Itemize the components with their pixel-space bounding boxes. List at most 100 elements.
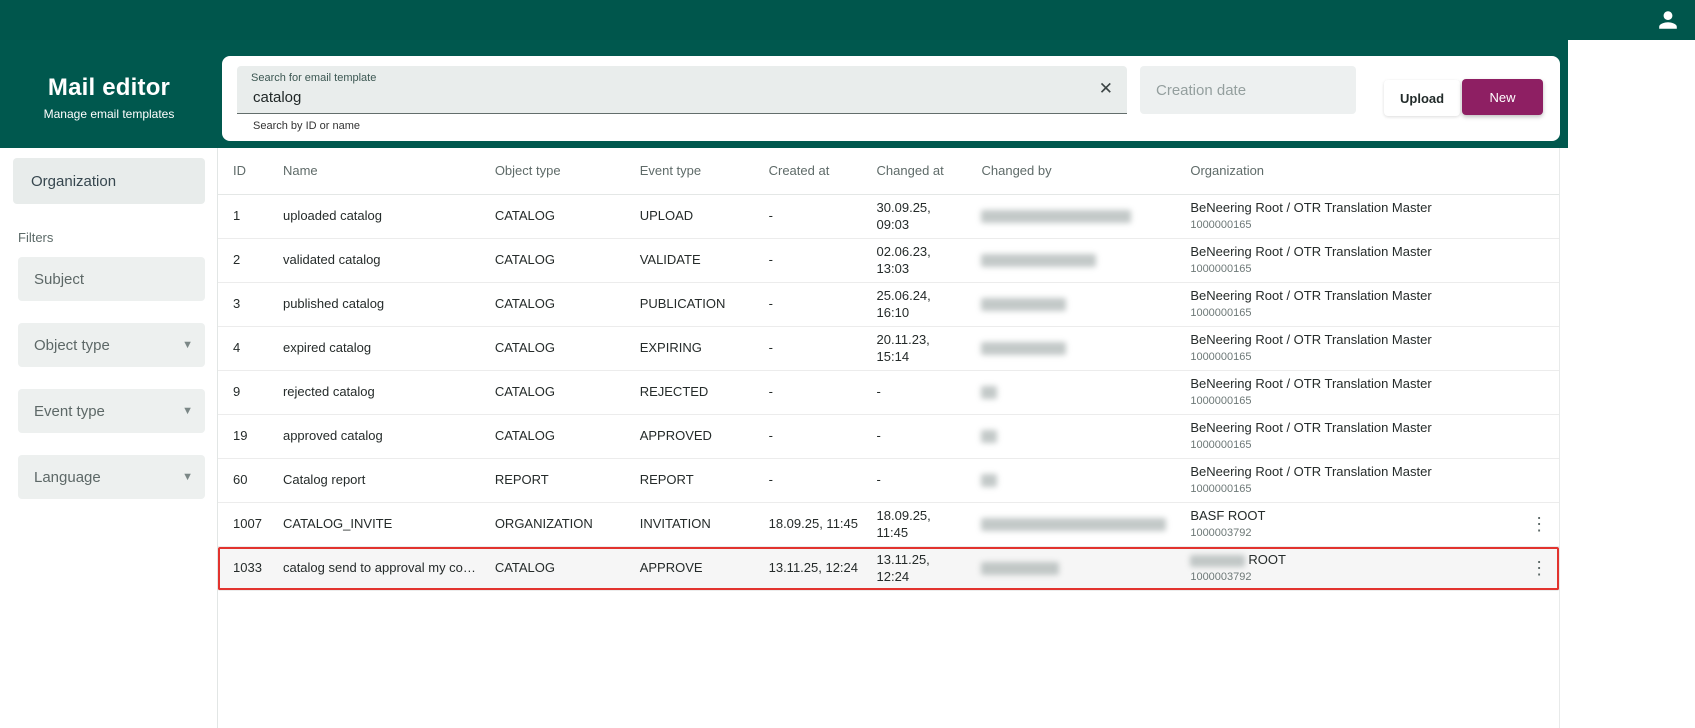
cell-event-type: VALIDATE (639, 252, 701, 268)
cell-object-type: CATALOG (494, 560, 556, 576)
cell-changed-by (981, 430, 1190, 443)
user-account-icon[interactable] (1657, 9, 1679, 31)
search-input[interactable] (251, 86, 1081, 108)
redacted-changed-by (981, 342, 1067, 355)
cell-changed-at: 18.09.25, 11:45 (876, 507, 931, 540)
organization-id: 1000000165 (1190, 351, 1252, 364)
chevron-down-icon: ▼ (182, 471, 193, 483)
cell-id: 1 (233, 208, 241, 224)
cell-id: 9 (233, 384, 241, 400)
cell-id: 1033 (233, 560, 262, 576)
cell-changed-at: - (876, 384, 881, 400)
cell-changed-at: - (876, 472, 881, 488)
cell-id: 3 (233, 296, 241, 312)
cell-organization: BeNeering Root / OTR Translation Master 1… (1190, 464, 1519, 496)
cell-event-type: REPORT (639, 472, 694, 488)
cell-object-type: CATALOG (494, 296, 556, 312)
column-header-object-type: Object type (494, 162, 561, 178)
filter-language-label: Language (34, 468, 101, 486)
organization-name: BeNeering Root / OTR Translation Master (1190, 420, 1432, 436)
search-helper-text: Search by ID or name (253, 120, 360, 132)
sidebar-item-label: Organization (31, 172, 117, 190)
cell-event-type: PUBLICATION (639, 296, 726, 312)
search-field-label: Search for email template (251, 72, 377, 84)
app-title: Mail editor (47, 74, 171, 101)
organization-name: BeNeering Root / OTR Translation Master (1190, 200, 1432, 216)
cell-name: validated catalog (282, 252, 381, 268)
cell-event-type: UPLOAD (639, 208, 694, 224)
toolbar: Search for email template ✕ Search by ID… (222, 56, 1560, 141)
cell-name: catalog send to approval my co… (282, 560, 476, 576)
cell-name: uploaded catalog (282, 208, 382, 224)
cell-object-type: CATALOG (494, 252, 556, 268)
table-row[interactable]: 3 published catalog CATALOG PUBLICATION - 25.… (218, 283, 1559, 327)
cell-changed-by (981, 562, 1190, 575)
cell-created-at: 13.11.25, 12:24 (768, 560, 859, 576)
filter-event-type[interactable]: Event type ▼ (18, 389, 205, 433)
sidebar-item-organization[interactable]: Organization (13, 158, 205, 204)
column-header-changed-at: Changed at (876, 162, 944, 178)
cell-event-type: INVITATION (639, 516, 711, 532)
table-row[interactable]: 1033 catalog send to approval my co… CATAL… (218, 547, 1559, 591)
cell-changed-at: 30.09.25, 09:03 (876, 199, 931, 232)
upload-button[interactable]: Upload (1384, 80, 1461, 116)
organization-id: 1000000165 (1190, 439, 1252, 452)
new-button[interactable]: New (1462, 79, 1543, 115)
redacted-changed-by (981, 474, 998, 487)
organization-id: 1000000165 (1190, 219, 1252, 232)
table-body: 1 uploaded catalog CATALOG UPLOAD - 30.09.25,… (218, 195, 1559, 591)
sidebar: Organization Filters Subject Object type… (0, 148, 218, 728)
table-row[interactable]: 19 approved catalog CATALOG APPROVED - - BeNee… (218, 415, 1559, 459)
cell-name: Catalog report (282, 472, 366, 488)
redacted-changed-by (981, 254, 1097, 267)
table-row[interactable]: 2 validated catalog CATALOG VALIDATE - 02.06.… (218, 239, 1559, 283)
cell-event-type: APPROVED (639, 428, 712, 444)
filter-subject-label: Subject (34, 270, 85, 288)
redacted-changed-by (981, 430, 998, 443)
row-menu-button[interactable]: ⋮ (1524, 558, 1554, 578)
cell-organization: BeNeering Root / OTR Translation Master 1… (1190, 420, 1519, 452)
organization-name: BeNeering Root / OTR Translation Master (1190, 332, 1432, 348)
cell-created-at: - (768, 384, 773, 400)
organization-name: BeNeering Root / OTR Translation Master (1190, 376, 1432, 392)
row-menu-button[interactable]: ⋮ (1524, 514, 1554, 534)
search-field[interactable]: Search for email template ✕ (237, 66, 1127, 114)
filter-object-type-label: Object type (34, 336, 110, 354)
cell-event-type: APPROVE (639, 560, 703, 576)
organization-id: 1000000165 (1190, 263, 1252, 276)
table-row[interactable]: 4 expired catalog CATALOG EXPIRING - 20.11.23… (218, 327, 1559, 371)
redacted-changed-by (981, 518, 1167, 531)
cell-changed-by (981, 298, 1190, 311)
organization-id: 1000000165 (1190, 307, 1252, 320)
creation-date-field[interactable] (1140, 66, 1356, 114)
cell-created-at: - (768, 428, 773, 444)
clear-search-icon[interactable]: ✕ (1099, 78, 1113, 100)
table-row[interactable]: 9 rejected catalog CATALOG REJECTED - - BeNeer… (218, 371, 1559, 415)
cell-id: 4 (233, 340, 241, 356)
organization-name: BASF ROOT (1190, 508, 1266, 524)
organization-name: BeNeering Root / OTR Translation Master (1190, 244, 1432, 260)
cell-id: 2 (233, 252, 241, 268)
cell-created-at: - (768, 252, 773, 268)
cell-created-at: - (768, 296, 773, 312)
redacted-changed-by (981, 562, 1060, 575)
chevron-down-icon: ▼ (182, 405, 193, 417)
table-row[interactable]: 1007 CATALOG_INVITE ORGANIZATION INVITATION… (218, 503, 1559, 547)
table-row[interactable]: 60 Catalog report REPORT REPORT - - BeNeering … (218, 459, 1559, 503)
table-row[interactable]: 1 uploaded catalog CATALOG UPLOAD - 30.09.25,… (218, 195, 1559, 239)
organization-name: BeNeering Root / OTR Translation Master (1190, 288, 1432, 304)
filter-object-type[interactable]: Object type ▼ (18, 323, 205, 367)
table-header-row: ID Name Object type Event type Created a… (218, 148, 1559, 195)
cell-event-type: EXPIRING (639, 340, 702, 356)
filter-language[interactable]: Language ▼ (18, 455, 205, 499)
cell-changed-by (981, 342, 1190, 355)
cell-object-type: CATALOG (494, 208, 556, 224)
cell-changed-by (981, 474, 1190, 487)
cell-changed-at: - (876, 428, 881, 444)
filter-subject[interactable]: Subject (18, 257, 205, 301)
cell-object-type: CATALOG (494, 384, 556, 400)
organization-id: 1000003792 (1190, 571, 1252, 584)
cell-organization: BeNeering Root / OTR Translation Master 1… (1190, 244, 1519, 276)
creation-date-input[interactable] (1140, 66, 1356, 114)
cell-organization: BeNeering Root / OTR Translation Master 1… (1190, 332, 1519, 364)
